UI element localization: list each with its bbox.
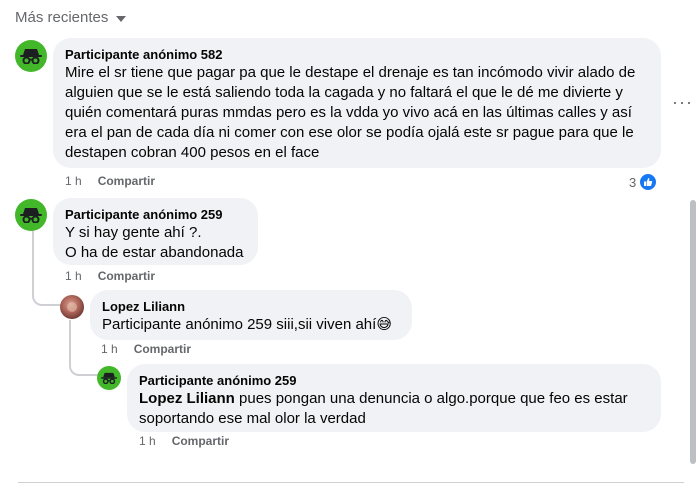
comment-bubble: Participante anónimo 582 Mire el sr tien… [53, 38, 661, 168]
like-icon [639, 173, 658, 191]
comment-author[interactable]: Participante anónimo 259 [65, 206, 246, 223]
comment-text: Y si hay gente ahí ?. O ha de estar aban… [65, 223, 246, 263]
reaction-count[interactable]: 3 [629, 173, 658, 191]
comment-actions: 1 h Compartir [139, 434, 229, 448]
comment-text: Participante anónimo 259 siii,sii viven … [102, 316, 392, 333]
comment-author[interactable]: Participante anónimo 582 [65, 46, 649, 63]
divider [18, 482, 684, 483]
sort-dropdown[interactable]: Más recientes [15, 9, 127, 26]
comment-bubble: Lopez Liliann Participante anónimo 259 s… [90, 290, 412, 340]
comment-line: quién comentará puras mmdas pero es la v… [65, 104, 632, 121]
comment-line: pues pongan una denuncia o algo.porque q… [234, 390, 628, 407]
comment-line: Y si hay gente ahí ?. [65, 224, 202, 241]
share-link[interactable]: Compartir [98, 174, 155, 188]
comment-bubble: Participante anónimo 259 Lopez Liliann p… [127, 364, 661, 432]
comment-time[interactable]: 1 h [101, 342, 118, 356]
comment-line: O ha de estar abandonada [65, 244, 244, 261]
comment-time[interactable]: 1 h [65, 174, 82, 188]
profile-photo [67, 302, 77, 312]
comment-time[interactable]: 1 h [65, 269, 82, 283]
comment-text: Mire el sr tiene que pagar pa que le des… [65, 63, 649, 163]
anonymous-icon [20, 208, 42, 223]
comment-author[interactable]: Participante anónimo 259 [139, 372, 649, 389]
share-link[interactable]: Compartir [172, 434, 229, 448]
avatar[interactable] [15, 40, 47, 72]
scrollbar[interactable] [690, 200, 696, 464]
sort-label: Más recientes [15, 9, 109, 26]
comment-time[interactable]: 1 h [139, 434, 156, 448]
comment-line: era el pan de cada día ni comer con ese … [65, 124, 634, 141]
chevron-down-icon [116, 15, 127, 22]
comment-line: Mire el sr tiene que pagar pa que le des… [65, 64, 636, 81]
comment-author[interactable]: Lopez Liliann [102, 298, 400, 315]
comment-actions: 1 h Compartir [65, 269, 155, 283]
more-options-icon[interactable]: ··· [672, 92, 693, 113]
comment-line: alguien que se le está saliendo toda la … [65, 84, 623, 101]
avatar[interactable] [15, 199, 47, 231]
share-link[interactable]: Compartir [98, 269, 155, 283]
comment-actions: 1 h Compartir [65, 174, 155, 188]
avatar[interactable] [97, 366, 121, 390]
comment-actions: 1 h Compartir [101, 342, 191, 356]
comment-line: soportando ese mal olor la verdad [139, 410, 366, 427]
avatar[interactable] [60, 295, 84, 319]
comment-text: Lopez Liliann pues pongan una denuncia o… [139, 389, 649, 429]
comment-line: destapen cobran 400 pesos en el face [65, 144, 320, 161]
reaction-number: 3 [629, 174, 637, 190]
share-link[interactable]: Compartir [134, 342, 191, 356]
anonymous-icon [101, 372, 117, 384]
comment-bubble: Participante anónimo 259 Y si hay gente … [53, 198, 258, 265]
mention-link[interactable]: Lopez Liliann [139, 390, 235, 407]
anonymous-icon [20, 49, 42, 64]
